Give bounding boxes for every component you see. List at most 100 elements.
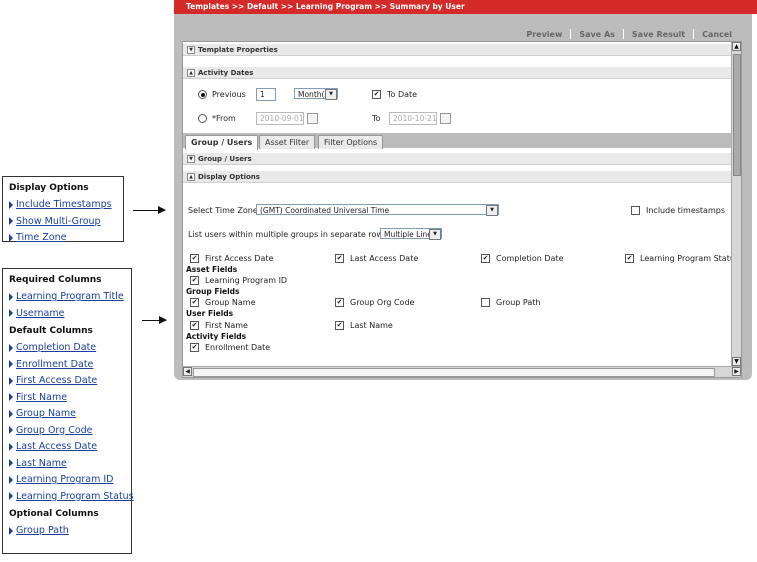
- tab-asset-filter[interactable]: Asset Filter: [259, 135, 316, 149]
- triangle-right-icon: [9, 200, 13, 209]
- collapse-up-icon: ▲: [187, 173, 195, 181]
- link-learning-program-status[interactable]: Learning Program Status: [9, 489, 134, 506]
- triangle-right-icon: [9, 292, 13, 301]
- link-username[interactable]: Username: [9, 306, 125, 323]
- scroll-thumb[interactable]: [193, 368, 715, 377]
- group-path-checkbox[interactable]: [481, 298, 490, 307]
- scroll-up-icon[interactable]: ▲: [732, 42, 741, 51]
- link-last-name[interactable]: Last Name: [9, 456, 125, 473]
- learning-program-id-checkbox[interactable]: ✔: [190, 276, 199, 285]
- save-result-button[interactable]: Save Result: [624, 30, 693, 39]
- learning-program-status-checkbox[interactable]: ✔: [625, 254, 634, 263]
- from-date-wrap: 2010-09-01: [256, 112, 318, 125]
- field-enrollment-date: ✔ Enrollment Date: [190, 343, 271, 352]
- include-timestamps-checkbox[interactable]: [631, 206, 640, 215]
- include-timestamps-row: Include timestamps: [631, 206, 725, 215]
- triangle-right-icon: [9, 492, 13, 500]
- triangle-right-icon: [9, 526, 13, 535]
- period-select[interactable]: Month(s) ▼: [294, 88, 338, 100]
- form-scroll-area[interactable]: ▼ Template Properties ▲ Activity Dates Pre…: [182, 41, 742, 378]
- chevron-down-icon: ▼: [429, 229, 441, 240]
- field-completion-date: ✔ Completion Date: [481, 254, 564, 263]
- field-last-name: ✔ Last Name: [335, 321, 393, 330]
- completion-date-checkbox[interactable]: ✔: [481, 254, 490, 263]
- link-completion-date[interactable]: Completion Date: [9, 340, 125, 357]
- field-learning-program-status: ✔ Learning Program Status: [625, 254, 740, 263]
- previous-radio[interactable]: [198, 90, 207, 99]
- to-date-wrap: 2010-10-21: [389, 112, 451, 125]
- enrollment-date-checkbox[interactable]: ✔: [190, 343, 199, 352]
- triangle-right-icon: [9, 459, 13, 467]
- triangle-right-icon: [9, 360, 13, 368]
- link-show-multi-group[interactable]: Show Multi-Group: [9, 214, 117, 231]
- last-access-date-checkbox[interactable]: ✔: [335, 254, 344, 263]
- multi-group-select[interactable]: Multiple Lines ▼: [380, 228, 442, 240]
- triangle-right-icon: [9, 309, 13, 317]
- save-as-button[interactable]: Save As: [571, 30, 623, 39]
- link-learning-program-title[interactable]: Learning Program Title: [9, 289, 125, 306]
- activity-dates-header[interactable]: ▲ Activity Dates: [183, 67, 731, 79]
- arrow-right-icon: [133, 206, 166, 214]
- link-first-access-date[interactable]: First Access Date: [9, 373, 125, 390]
- field-last-access-date: ✔ Last Access Date: [335, 254, 419, 263]
- triangle-right-icon: [9, 343, 13, 352]
- link-group-name[interactable]: Group Name: [9, 406, 125, 423]
- triangle-right-icon: [9, 426, 13, 434]
- group-users-header[interactable]: ▼ Group / Users: [183, 153, 731, 165]
- link-include-timestamps[interactable]: Include Timestamps: [9, 197, 117, 214]
- first-name-checkbox[interactable]: ✔: [190, 321, 199, 330]
- time-zone-label: Select Time Zone: [188, 206, 258, 215]
- collapse-down-icon: ▼: [187, 155, 195, 163]
- chevron-down-icon: ▼: [325, 89, 337, 100]
- multi-group-wrap: Multiple Lines ▼: [380, 228, 442, 240]
- link-time-zone[interactable]: Time Zone: [9, 230, 117, 247]
- last-name-checkbox[interactable]: ✔: [335, 321, 344, 330]
- vertical-scrollbar[interactable]: ▲ ▼: [731, 42, 741, 366]
- field-first-name: ✔ First Name: [190, 321, 248, 330]
- scroll-down-icon[interactable]: ▼: [732, 357, 741, 366]
- calendar-icon[interactable]: [307, 113, 318, 124]
- field-group-path: Group Path: [481, 298, 540, 307]
- link-group-org-code[interactable]: Group Org Code: [9, 423, 125, 440]
- calendar-icon[interactable]: [440, 113, 451, 124]
- action-bar: Preview Save As Save Result Cancel: [518, 27, 740, 41]
- horizontal-scrollbar[interactable]: ◀ ▶: [183, 366, 741, 377]
- tab-filter-options[interactable]: Filter Options: [318, 135, 384, 149]
- triangle-right-icon: [9, 393, 13, 401]
- collapse-up-icon: ▲: [187, 69, 195, 77]
- link-learning-program-id[interactable]: Learning Program ID: [9, 472, 125, 489]
- time-zone-select[interactable]: (GMT) Coordinated Universal Time ▼: [256, 204, 499, 216]
- to-date-checkbox[interactable]: ✔: [372, 90, 381, 99]
- previous-value-wrap: 1: [256, 88, 276, 101]
- field-group-name: ✔ Group Name: [190, 298, 256, 307]
- scroll-thumb[interactable]: [733, 54, 741, 176]
- group-org-code-checkbox[interactable]: ✔: [335, 298, 344, 307]
- field-learning-program-id: ✔ Learning Program ID: [190, 276, 288, 285]
- template-properties-header[interactable]: ▼ Template Properties: [183, 44, 731, 56]
- group-name-checkbox[interactable]: ✔: [190, 298, 199, 307]
- display-options-header[interactable]: ▲ Display Options: [183, 171, 731, 183]
- activity-fields-title: Activity Fields: [186, 332, 247, 341]
- breadcrumb: Templates >> Default >> Learning Program…: [174, 0, 757, 14]
- preview-button[interactable]: Preview: [518, 30, 570, 39]
- from-date-input[interactable]: 2010-09-01: [256, 112, 304, 125]
- cancel-button[interactable]: Cancel: [694, 30, 740, 39]
- previous-value-input[interactable]: 1: [256, 88, 276, 101]
- scroll-right-icon[interactable]: ▶: [732, 367, 741, 376]
- link-group-path[interactable]: Group Path: [9, 523, 125, 540]
- display-options-callout: Display Options Include Timestamps Show …: [2, 176, 124, 243]
- link-enrollment-date[interactable]: Enrollment Date: [9, 357, 125, 374]
- asset-fields-title: Asset Fields: [186, 265, 238, 274]
- optional-columns-title: Optional Columns: [9, 509, 99, 519]
- triangle-right-icon: [9, 217, 13, 225]
- to-date-input[interactable]: 2010-10-21: [389, 112, 437, 125]
- link-last-access-date[interactable]: Last Access Date: [9, 439, 125, 456]
- scroll-left-icon[interactable]: ◀: [183, 367, 192, 376]
- tab-group-users[interactable]: Group / Users: [185, 135, 259, 150]
- link-first-name[interactable]: First Name: [9, 390, 125, 407]
- report-panel: Preview Save As Save Result Cancel ▼ Temp…: [174, 14, 752, 380]
- chevron-down-icon: ▼: [486, 205, 498, 216]
- to-label: To: [372, 114, 381, 123]
- from-radio[interactable]: [198, 114, 207, 123]
- first-access-date-checkbox[interactable]: ✔: [190, 254, 199, 263]
